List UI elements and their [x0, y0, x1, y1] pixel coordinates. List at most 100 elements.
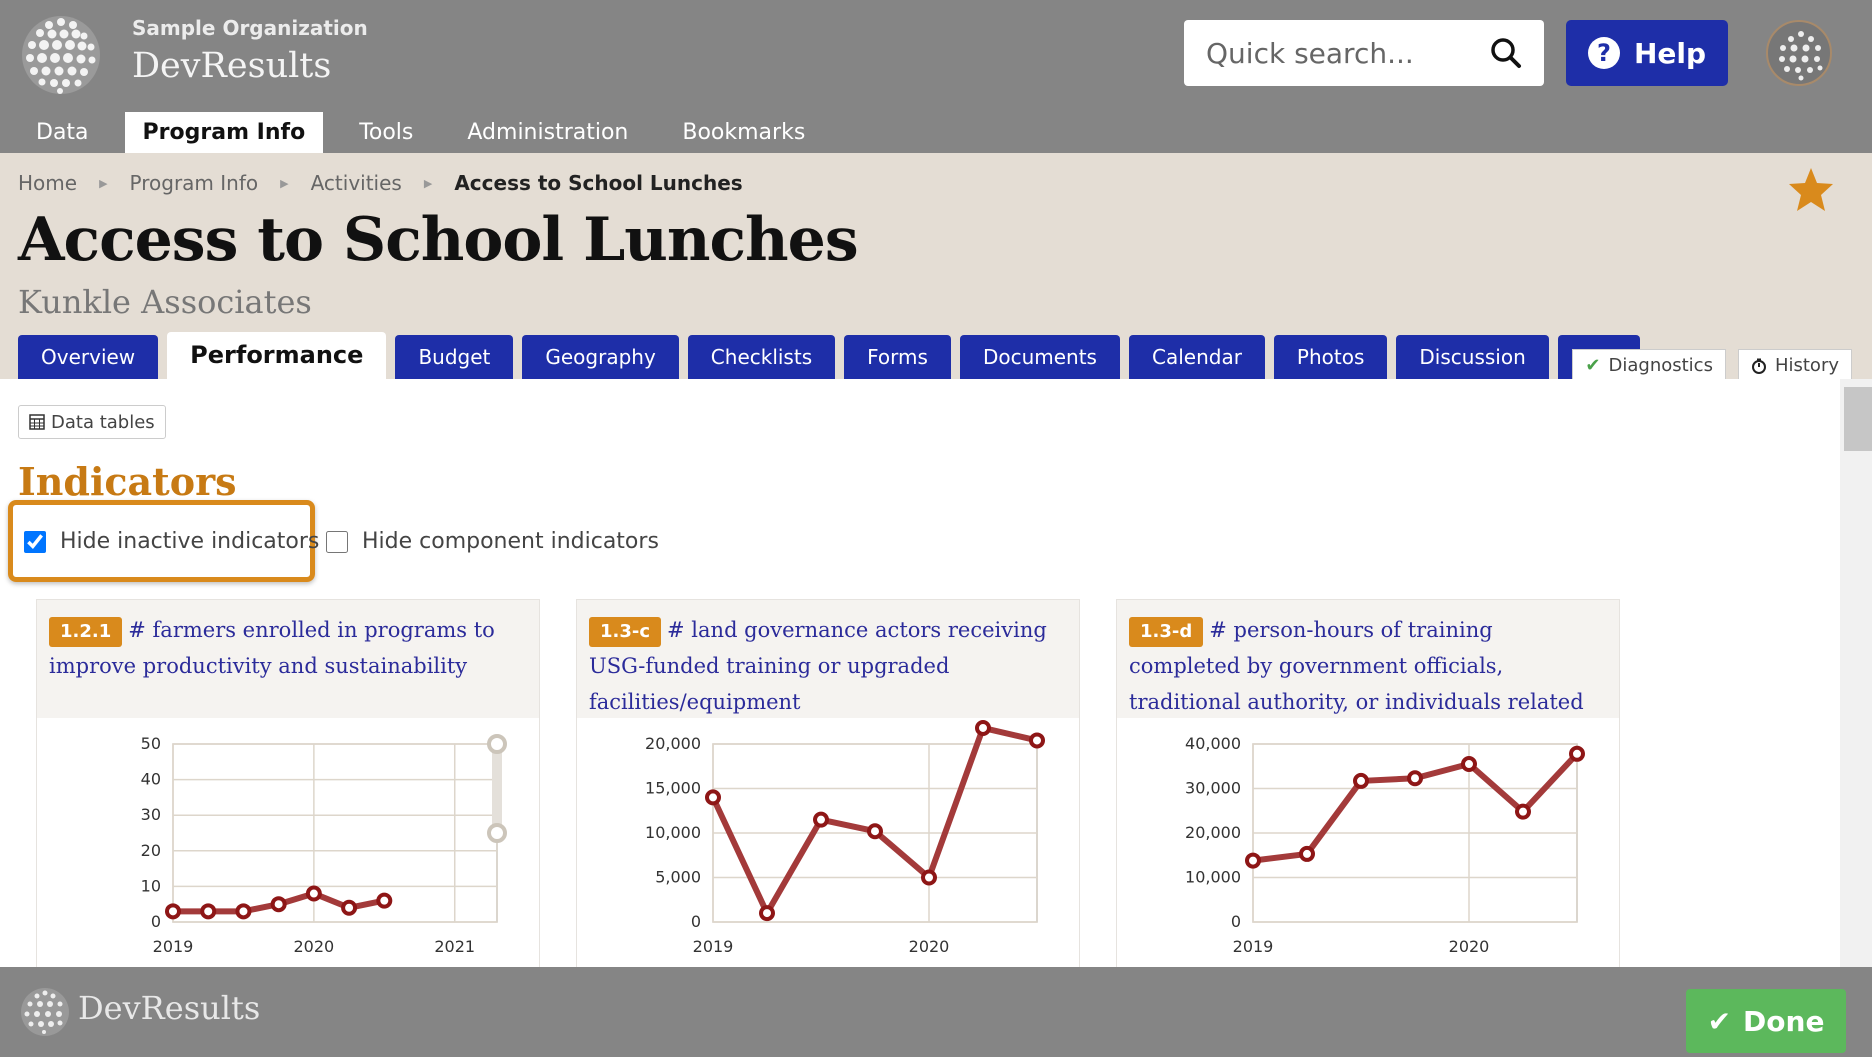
diagnostics-label: Diagnostics: [1608, 354, 1713, 376]
stopwatch-icon: [1751, 358, 1766, 374]
data-point: [1029, 732, 1045, 749]
indicator-code-badge: 1.3-d: [1129, 617, 1204, 647]
nav-bookmarks[interactable]: Bookmarks: [664, 112, 823, 153]
range-slider-handle-high: [487, 734, 507, 754]
bookmark-star-icon[interactable]: [1786, 165, 1836, 215]
main-navigation: Data Program Info Tools Administration B…: [18, 112, 841, 153]
y-tick-label: 0: [1231, 912, 1241, 931]
y-tick-label: 20,000: [1185, 823, 1241, 842]
breadcrumb-home[interactable]: Home: [18, 171, 77, 195]
devresults-logo-icon[interactable]: [20, 14, 102, 96]
quick-search[interactable]: [1184, 20, 1544, 86]
page-header: Home ▶ Program Info ▶ Activities ▶ Acces…: [0, 153, 1872, 381]
x-tick-label: 2021: [434, 937, 475, 956]
y-tick-label: 5,000: [655, 868, 701, 887]
tab-geography[interactable]: Geography: [522, 335, 679, 379]
nav-administration[interactable]: Administration: [449, 112, 646, 153]
x-tick-label: 2020: [909, 937, 950, 956]
data-point: [759, 905, 775, 922]
nav-tools[interactable]: Tools: [341, 112, 431, 153]
y-tick-label: 40: [141, 770, 161, 789]
done-button[interactable]: ✔ Done: [1686, 989, 1846, 1053]
question-circle-icon: ?: [1587, 37, 1620, 69]
quick-search-input[interactable]: [1206, 34, 1476, 72]
checkmark-icon: ✔: [1707, 1004, 1732, 1038]
indicator-card: 1.3-d # person-hours of training complete…: [1116, 599, 1620, 967]
footer-app-name: DevResults: [78, 989, 261, 1027]
x-tick-label: 2020: [294, 937, 335, 956]
tab-overview[interactable]: Overview: [18, 335, 159, 379]
page-title: Access to School Lunches: [18, 205, 859, 275]
indicator-card-header[interactable]: 1.3-d # person-hours of training complete…: [1117, 600, 1619, 718]
indicator-card-header[interactable]: 1.2.1 # farmers enrolled in programs to i…: [37, 600, 539, 718]
hide-component-checkbox[interactable]: [326, 530, 348, 553]
x-tick-label: 2019: [1233, 937, 1274, 956]
tab-budget[interactable]: Budget: [395, 335, 514, 379]
user-avatar[interactable]: [1766, 20, 1832, 86]
nav-data[interactable]: Data: [18, 112, 107, 153]
tab-documents[interactable]: Documents: [959, 335, 1120, 379]
data-point: [270, 896, 287, 913]
indicator-card: 1.3-c # land governance actors receiving …: [576, 599, 1080, 967]
hide-inactive-filter[interactable]: Hide inactive indicators: [24, 529, 319, 554]
avatar-globe-icon: [1779, 31, 1823, 81]
history-label: History: [1774, 354, 1839, 376]
breadcrumb-current: Access to School Lunches: [454, 171, 743, 195]
help-button[interactable]: ? Help: [1566, 20, 1728, 86]
tab-checklists[interactable]: Checklists: [687, 335, 836, 379]
hide-inactive-checkbox[interactable]: [24, 530, 46, 553]
tab-photos[interactable]: Photos: [1273, 335, 1388, 379]
data-point: [1353, 772, 1369, 789]
tab-performance[interactable]: Performance: [167, 332, 387, 379]
data-point: [1569, 745, 1585, 762]
side-tabs: ✔ Diagnostics History: [1572, 349, 1852, 381]
tab-forms[interactable]: Forms: [844, 335, 951, 379]
tab-calendar[interactable]: Calendar: [1128, 335, 1265, 379]
breadcrumb-activities[interactable]: Activities: [311, 171, 402, 195]
page-subtitle[interactable]: Kunkle Associates: [18, 283, 312, 321]
y-tick-label: 15,000: [645, 779, 701, 798]
y-tick-label: 0: [691, 912, 701, 931]
breadcrumb-separator-icon: ▶: [99, 176, 108, 190]
checkmark-icon: ✔: [1585, 354, 1601, 376]
y-tick-label: 40,000: [1185, 734, 1241, 753]
data-point: [305, 885, 322, 902]
data-point: [975, 719, 991, 736]
performance-content: Data tables Indicators Hide inactive ind…: [0, 379, 1840, 967]
data-tables-label: Data tables: [51, 411, 155, 433]
range-slider-handle-low: [487, 823, 507, 843]
hide-inactive-label: Hide inactive indicators: [60, 529, 320, 554]
plot-area-border: [172, 743, 498, 923]
indicator-code-badge: 1.2.1: [49, 617, 123, 647]
y-tick-label: 20: [141, 841, 161, 860]
indicator-card-header[interactable]: 1.3-c # land governance actors receiving …: [577, 600, 1079, 718]
nav-program-info[interactable]: Program Info: [124, 112, 324, 153]
app-name[interactable]: DevResults: [132, 46, 331, 86]
search-icon[interactable]: [1490, 37, 1522, 69]
breadcrumb: Home ▶ Program Info ▶ Activities ▶ Acces…: [18, 171, 743, 195]
data-point: [165, 903, 181, 920]
indicator-chart: 0 10,000 20,000 30,000 40,000 2019 2020: [1185, 734, 1585, 956]
breadcrumb-program-info[interactable]: Program Info: [130, 171, 259, 195]
hide-component-filter[interactable]: Hide component indicators: [326, 529, 659, 554]
y-tick-label: 30: [141, 805, 161, 824]
breadcrumb-separator-icon: ▶: [423, 176, 433, 190]
tab-discussion[interactable]: Discussion: [1396, 335, 1549, 379]
data-point: [376, 892, 393, 909]
x-tick-label: 2020: [1449, 937, 1490, 956]
history-tab[interactable]: History: [1737, 349, 1852, 381]
organization-name: Sample Organization: [132, 16, 368, 40]
vertical-scrollbar[interactable]: [1840, 379, 1872, 967]
scrollbar-thumb[interactable]: [1844, 387, 1872, 451]
data-tables-button[interactable]: Data tables: [18, 405, 166, 439]
indicators-heading: Indicators: [18, 459, 237, 504]
indicator-code-badge: 1.3-c: [589, 617, 662, 647]
footer-bar: DevResults ✔ Done: [0, 967, 1872, 1057]
diagnostics-tab[interactable]: ✔ Diagnostics: [1572, 349, 1726, 381]
data-point: [813, 811, 829, 828]
table-grid-icon: [29, 414, 45, 430]
data-point: [705, 789, 721, 806]
done-button-label: Done: [1743, 1004, 1825, 1038]
data-point: [867, 823, 883, 840]
hide-component-label: Hide component indicators: [362, 529, 659, 554]
